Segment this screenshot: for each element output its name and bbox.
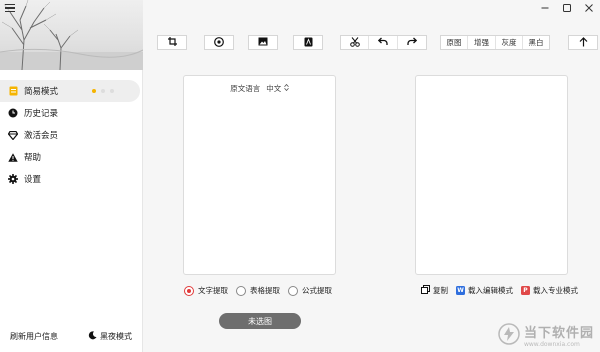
filter-grayscale-button[interactable]: 灰度 (496, 36, 523, 49)
watermark-url: www.downxia.com (523, 341, 580, 348)
sidebar-item-label: 激活会员 (24, 131, 59, 141)
watermark: 当下软件园 www.downxia.com (498, 322, 594, 348)
option-text-extraction[interactable]: 文字提取 (184, 285, 228, 296)
pro-mode-label: 载入专业模式 (533, 286, 578, 295)
sidebar-footer: 刷新用户信息 黑夜模式 (10, 331, 132, 342)
close-icon[interactable] (578, 0, 600, 16)
clock-icon (8, 108, 18, 118)
open-pdf-button[interactable] (293, 35, 323, 50)
doc-icon (8, 86, 18, 96)
carousel-dots (92, 89, 114, 93)
minimize-icon[interactable] (534, 0, 556, 16)
sidebar-nav: 简易模式 历史记录 激活会员 帮助 设置 (0, 80, 143, 190)
moon-icon (88, 331, 97, 342)
source-image-panel[interactable]: 原文语言 中文 (183, 75, 336, 275)
window-controls (534, 0, 600, 16)
sidebar-item-settings[interactable]: 设置 (0, 168, 143, 190)
no-image-selected-button[interactable]: 未选图 (219, 313, 301, 329)
maximize-icon[interactable] (556, 0, 578, 16)
diamond-icon (8, 130, 18, 140)
option-label: 文字提取 (198, 286, 228, 295)
copy-button[interactable]: 复制 (421, 285, 448, 296)
undo-button[interactable] (369, 36, 398, 49)
watermark-text: 当下软件园 (523, 326, 594, 341)
option-table-extraction[interactable]: 表格提取 (236, 285, 280, 296)
sidebar-item-activate-vip[interactable]: 激活会员 (0, 124, 143, 146)
option-label: 表格提取 (250, 286, 280, 295)
filter-bw-button[interactable]: 黑白 (523, 36, 549, 49)
word-icon: W (456, 286, 465, 295)
crop-button[interactable] (157, 35, 187, 50)
gear-icon (8, 174, 18, 184)
image-filter-group: 原图 增强 灰度 黑白 (440, 35, 550, 50)
cut-button[interactable] (341, 36, 370, 49)
sidebar-item-help[interactable]: 帮助 (0, 146, 143, 168)
filter-enhance-button[interactable]: 增强 (468, 36, 496, 49)
sidebar-item-label: 设置 (24, 175, 42, 185)
copy-icon (421, 285, 430, 296)
result-text-panel[interactable] (415, 75, 568, 275)
hamburger-menu-icon[interactable] (5, 4, 15, 13)
upload-button[interactable] (568, 35, 598, 50)
source-language-select[interactable]: 中文 (266, 83, 289, 94)
updown-chevron-icon (283, 83, 289, 93)
sidebar-item-label: 简易模式 (24, 87, 59, 97)
image-icon (258, 37, 268, 48)
radio-icon (288, 285, 298, 296)
load-pro-mode-button[interactable]: P 载入专业模式 (521, 285, 578, 296)
refresh-user-info-link[interactable]: 刷新用户信息 (10, 331, 58, 342)
radio-icon (236, 285, 246, 296)
edit-tools-group (340, 35, 427, 50)
pdf-red-icon: P (521, 286, 530, 295)
load-edit-mode-button[interactable]: W 载入编辑模式 (456, 285, 513, 296)
sidebar: 简易模式 历史记录 激活会员 帮助 设置 刷新用户信息 黑夜模式 (0, 0, 143, 352)
copy-label: 复制 (433, 286, 448, 295)
crop-icon (167, 37, 177, 48)
source-language-row: 原文语言 中文 (184, 83, 335, 94)
scissors-icon (349, 36, 360, 49)
extraction-mode-options: 文字提取 表格提取 公式提取 (184, 285, 332, 296)
redo-button[interactable] (398, 36, 426, 49)
open-image-button[interactable] (248, 35, 278, 50)
result-actions: 复制 W 载入编辑模式 P 载入专业模式 (421, 285, 578, 296)
radio-selected-icon (184, 285, 194, 296)
arrow-up-icon (579, 36, 588, 49)
toolbar: 原图 增强 灰度 黑白 (143, 35, 600, 51)
screenshot-button[interactable] (204, 35, 234, 50)
option-label: 公式提取 (302, 286, 332, 295)
source-language-label: 原文语言 (230, 84, 261, 93)
undo-icon (377, 37, 388, 48)
source-language-value: 中文 (266, 84, 282, 93)
watermark-logo-icon (498, 323, 520, 347)
option-formula-extraction[interactable]: 公式提取 (288, 285, 332, 296)
camera-lens-icon (214, 36, 224, 49)
edit-mode-label: 载入编辑模式 (468, 286, 513, 295)
warning-icon (8, 152, 18, 162)
night-mode-label: 黑夜模式 (100, 332, 132, 341)
night-mode-toggle[interactable]: 黑夜模式 (88, 331, 132, 342)
pdf-icon (304, 37, 313, 49)
sidebar-item-history[interactable]: 历史记录 (0, 102, 143, 124)
sidebar-item-label: 帮助 (24, 153, 42, 163)
redo-icon (407, 37, 418, 48)
sidebar-item-simple-mode[interactable]: 简易模式 (0, 80, 140, 102)
sidebar-item-label: 历史记录 (24, 109, 59, 119)
banner-image (0, 0, 143, 70)
filter-original-button[interactable]: 原图 (441, 36, 468, 49)
